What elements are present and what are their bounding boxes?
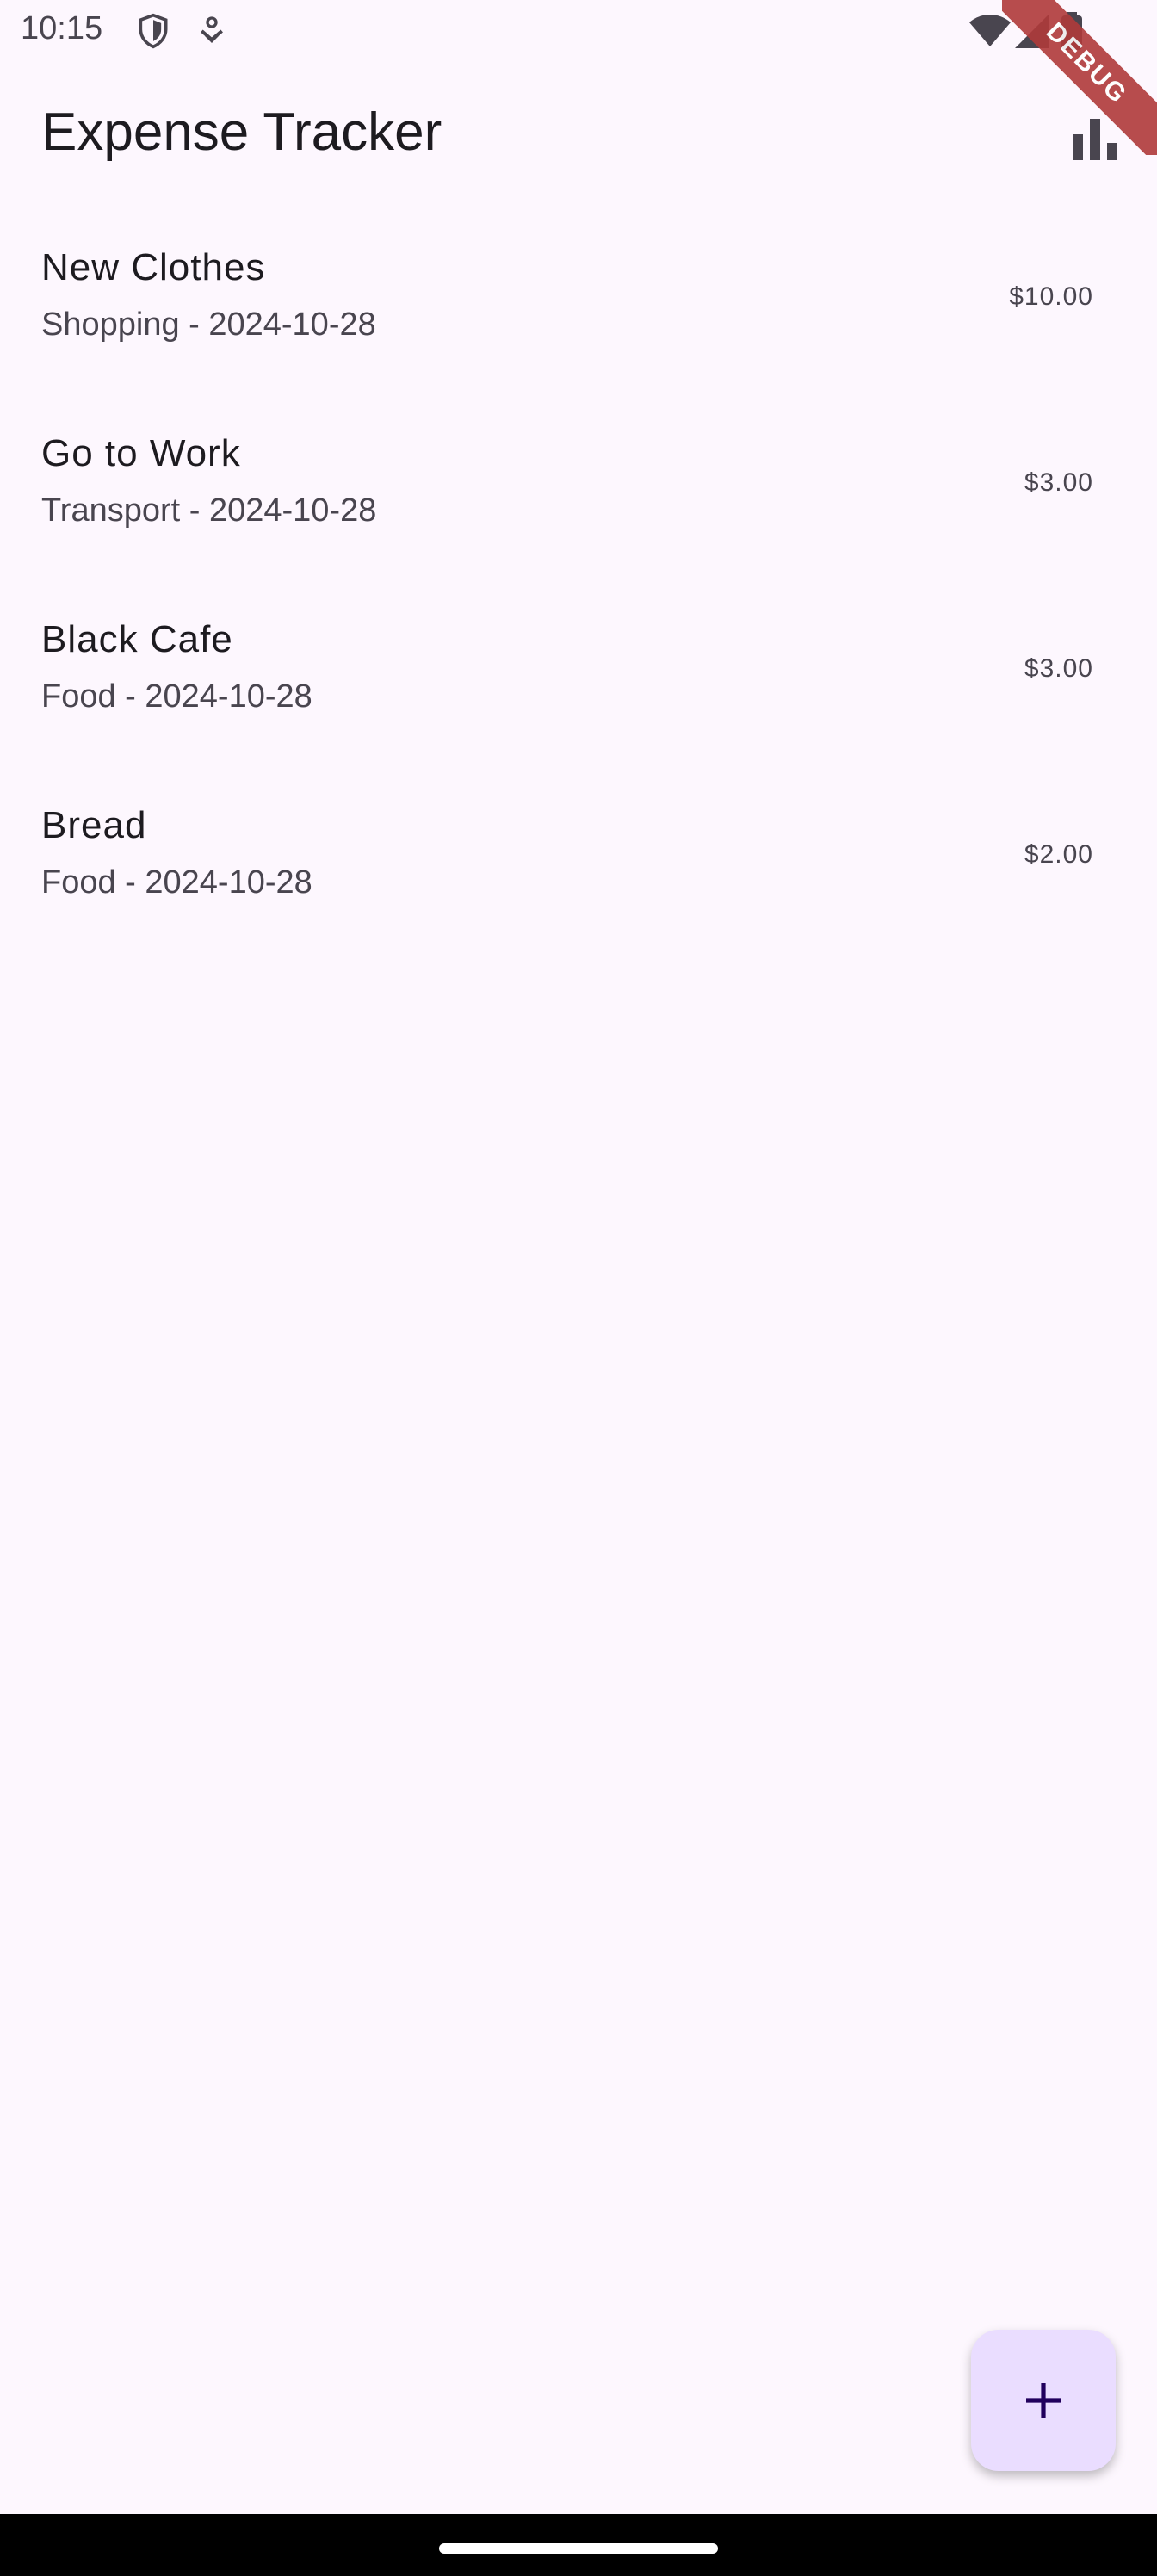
- add-expense-button[interactable]: [971, 2330, 1116, 2471]
- expense-subtitle: Transport - 2024-10-28: [41, 492, 377, 529]
- status-time: 10:15: [21, 10, 103, 46]
- system-nav-bar: [0, 2514, 1157, 2576]
- expense-subtitle: Food - 2024-10-28: [41, 864, 312, 901]
- app-bar: Expense Tracker: [0, 69, 1157, 196]
- expense-amount: $10.00: [1009, 282, 1093, 311]
- expense-title: Go to Work: [41, 432, 241, 474]
- page-title: Expense Tracker: [41, 102, 442, 162]
- expense-subtitle: Food - 2024-10-28: [41, 678, 312, 715]
- expense-list: New Clothes Shopping - 2024-10-28 $10.00…: [0, 220, 1157, 964]
- expense-amount: $3.00: [1024, 654, 1093, 683]
- expense-subtitle: Shopping - 2024-10-28: [41, 307, 376, 343]
- list-item[interactable]: Bread Food - 2024-10-28 $2.00: [0, 778, 1157, 964]
- expense-title: Black Cafe: [41, 618, 233, 660]
- bar-chart-icon: [1073, 119, 1117, 160]
- expense-title: Bread: [41, 804, 147, 846]
- expense-title: New Clothes: [41, 246, 266, 288]
- status-bar: 10:15 DEBUG: [0, 0, 1157, 155]
- expense-amount: $3.00: [1024, 468, 1093, 497]
- stats-button[interactable]: [1054, 98, 1136, 181]
- plus-icon: [1026, 2383, 1061, 2418]
- expense-amount: $2.00: [1024, 840, 1093, 869]
- home-gesture-handle[interactable]: [439, 2543, 718, 2554]
- download-icon: [195, 12, 229, 54]
- list-item[interactable]: Black Cafe Food - 2024-10-28 $3.00: [0, 592, 1157, 778]
- shield-icon: [134, 12, 172, 54]
- list-item[interactable]: New Clothes Shopping - 2024-10-28 $10.00: [0, 220, 1157, 406]
- list-item[interactable]: Go to Work Transport - 2024-10-28 $3.00: [0, 406, 1157, 592]
